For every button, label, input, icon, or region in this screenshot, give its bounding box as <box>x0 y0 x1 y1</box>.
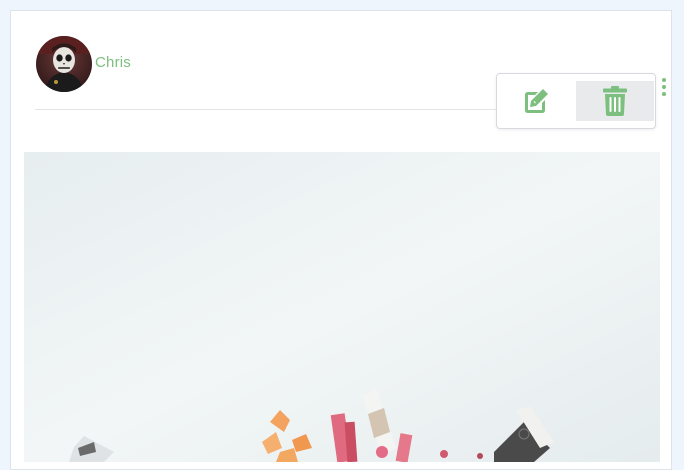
post-card: Chris <box>10 10 672 470</box>
trash-icon <box>603 86 627 116</box>
dot <box>662 78 666 82</box>
avatar-image <box>36 36 92 92</box>
more-options-icon[interactable] <box>660 78 668 100</box>
dot <box>662 92 666 96</box>
edit-icon <box>525 89 548 113</box>
avatar[interactable] <box>36 36 92 92</box>
dot <box>662 85 666 89</box>
post-header: Chris <box>35 35 666 129</box>
edit-button[interactable] <box>497 81 575 121</box>
delete-button[interactable] <box>576 81 654 121</box>
author-name[interactable]: Chris <box>95 54 131 71</box>
post-image[interactable] <box>24 152 660 462</box>
food-flatlay-photo <box>24 152 660 462</box>
post-action-menu <box>496 73 656 129</box>
